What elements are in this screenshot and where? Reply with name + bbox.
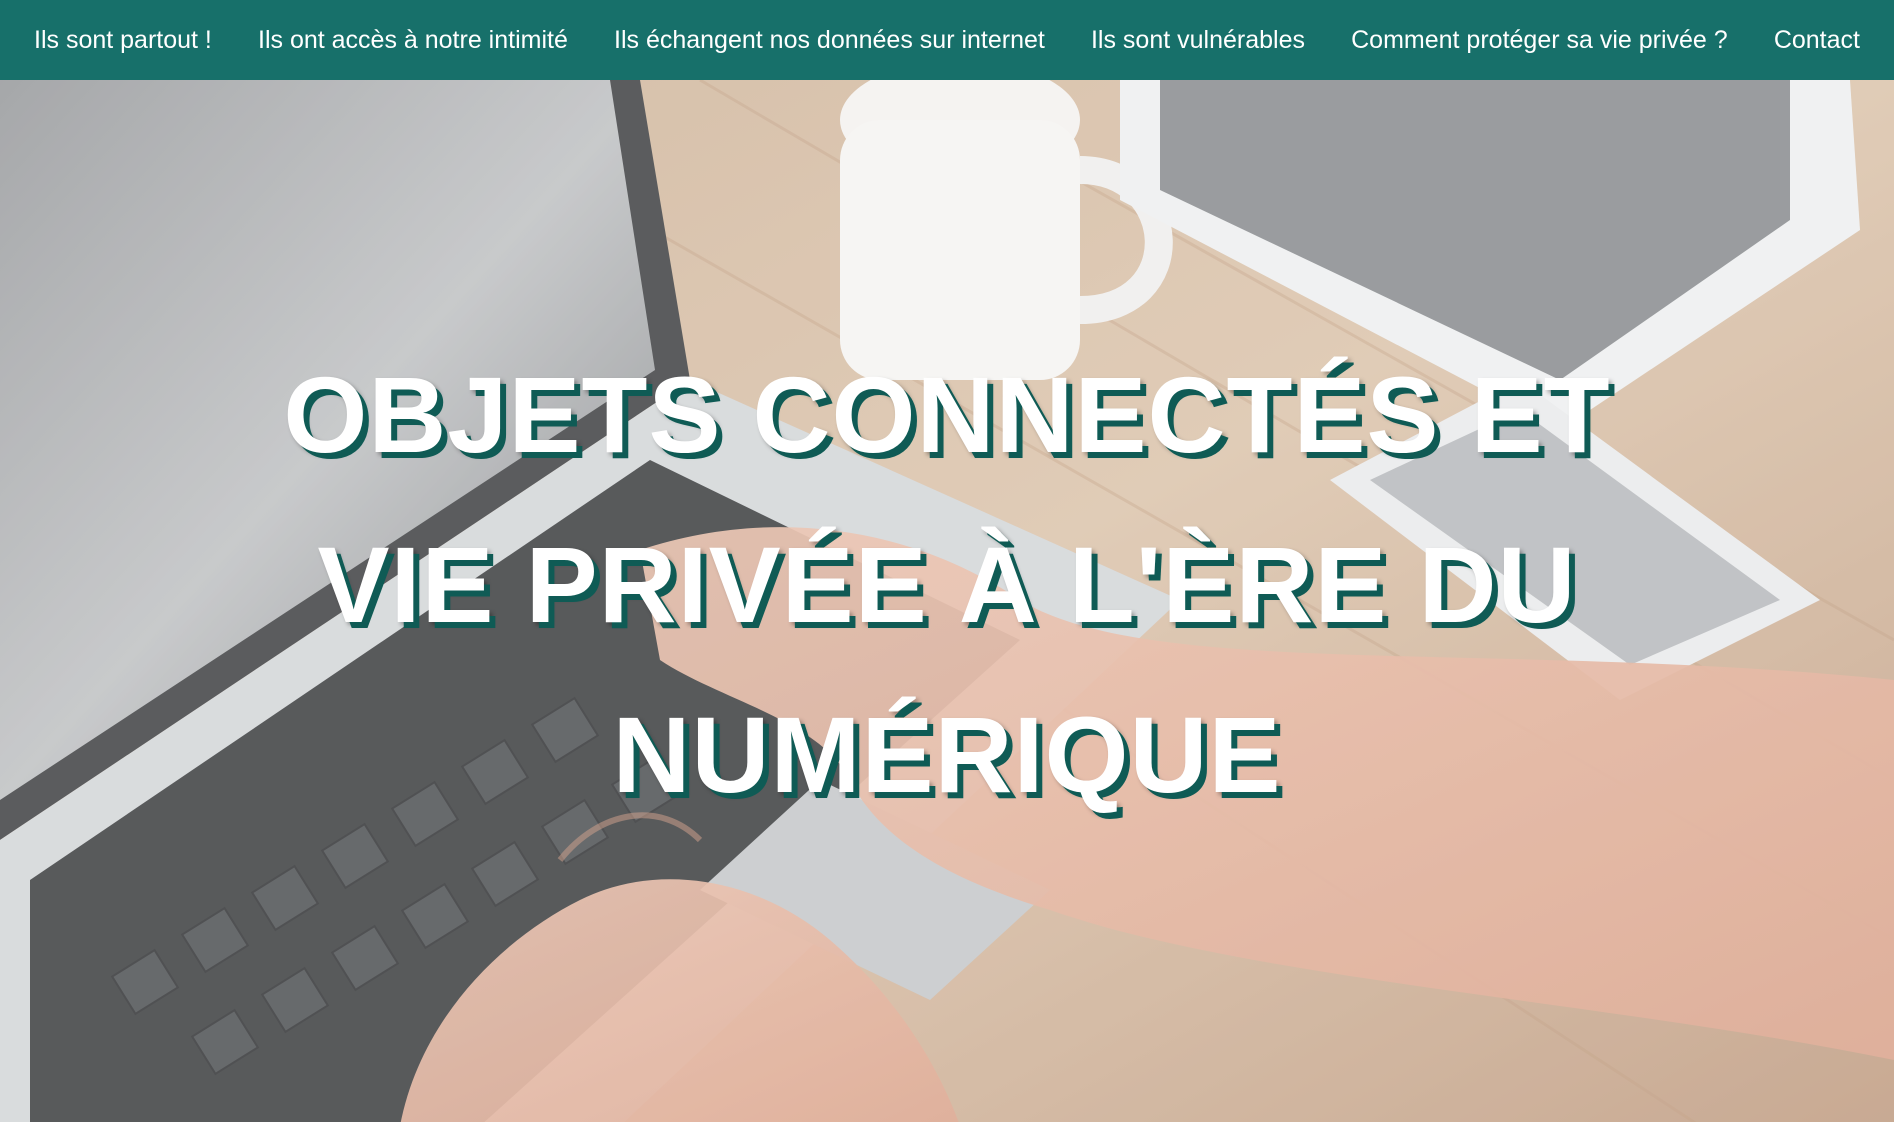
page-title-line-1: OBJETS CONNECTÉS ET <box>283 354 1611 475</box>
page-bottom-divider <box>0 1122 1894 1126</box>
nav-link-ils-sont-partout[interactable]: Ils sont partout ! <box>34 26 212 55</box>
page-title: OBJETS CONNECTÉS ET VIE PRIVÉE À L'ÈRE D… <box>200 330 1694 840</box>
nav-link-proteger-vie-privee[interactable]: Comment protéger sa vie privée ? <box>1351 26 1728 55</box>
nav-link-contact[interactable]: Contact <box>1774 26 1860 55</box>
nav-link-vulnerables[interactable]: Ils sont vulnérables <box>1091 26 1305 55</box>
hero-banner: OBJETS CONNECTÉS ET VIE PRIVÉE À L'ÈRE D… <box>0 80 1894 1126</box>
nav-link-echangent-donnees[interactable]: Ils échangent nos données sur internet <box>614 26 1045 55</box>
top-navigation: Ils sont partout ! Ils ont accès à notre… <box>0 0 1894 80</box>
nav-link-acces-intimite[interactable]: Ils ont accès à notre intimité <box>258 26 568 55</box>
page-title-line-3: NUMÉRIQUE <box>612 694 1282 815</box>
page-title-line-2: VIE PRIVÉE À L'ÈRE DU <box>317 524 1577 645</box>
